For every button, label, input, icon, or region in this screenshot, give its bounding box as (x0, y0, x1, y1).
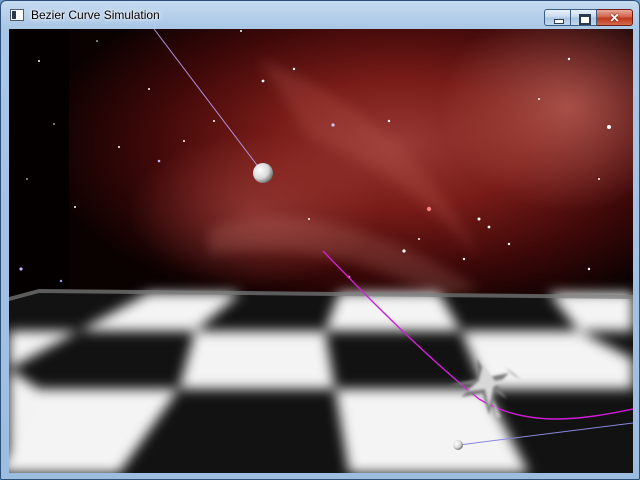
title-bar[interactable]: Bezier Curve Simulation ✕ (1, 1, 639, 29)
close-icon: ✕ (609, 10, 620, 25)
maximize-button[interactable] (571, 9, 597, 26)
small-sphere (453, 440, 463, 450)
opengl-viewport[interactable] (9, 29, 633, 473)
app-window-icon[interactable] (10, 9, 24, 21)
close-button[interactable]: ✕ (597, 9, 633, 26)
app-window: Bezier Curve Simulation ✕ (0, 0, 640, 480)
minimize-button[interactable] (544, 9, 571, 26)
scene-canvas (9, 29, 633, 473)
nebula-background (9, 29, 633, 309)
window-title: Bezier Curve Simulation (31, 8, 160, 22)
minimize-icon (554, 19, 564, 24)
maximize-icon (579, 14, 591, 25)
checkerboard-floor (9, 289, 633, 473)
pendulum-sphere (253, 163, 273, 183)
